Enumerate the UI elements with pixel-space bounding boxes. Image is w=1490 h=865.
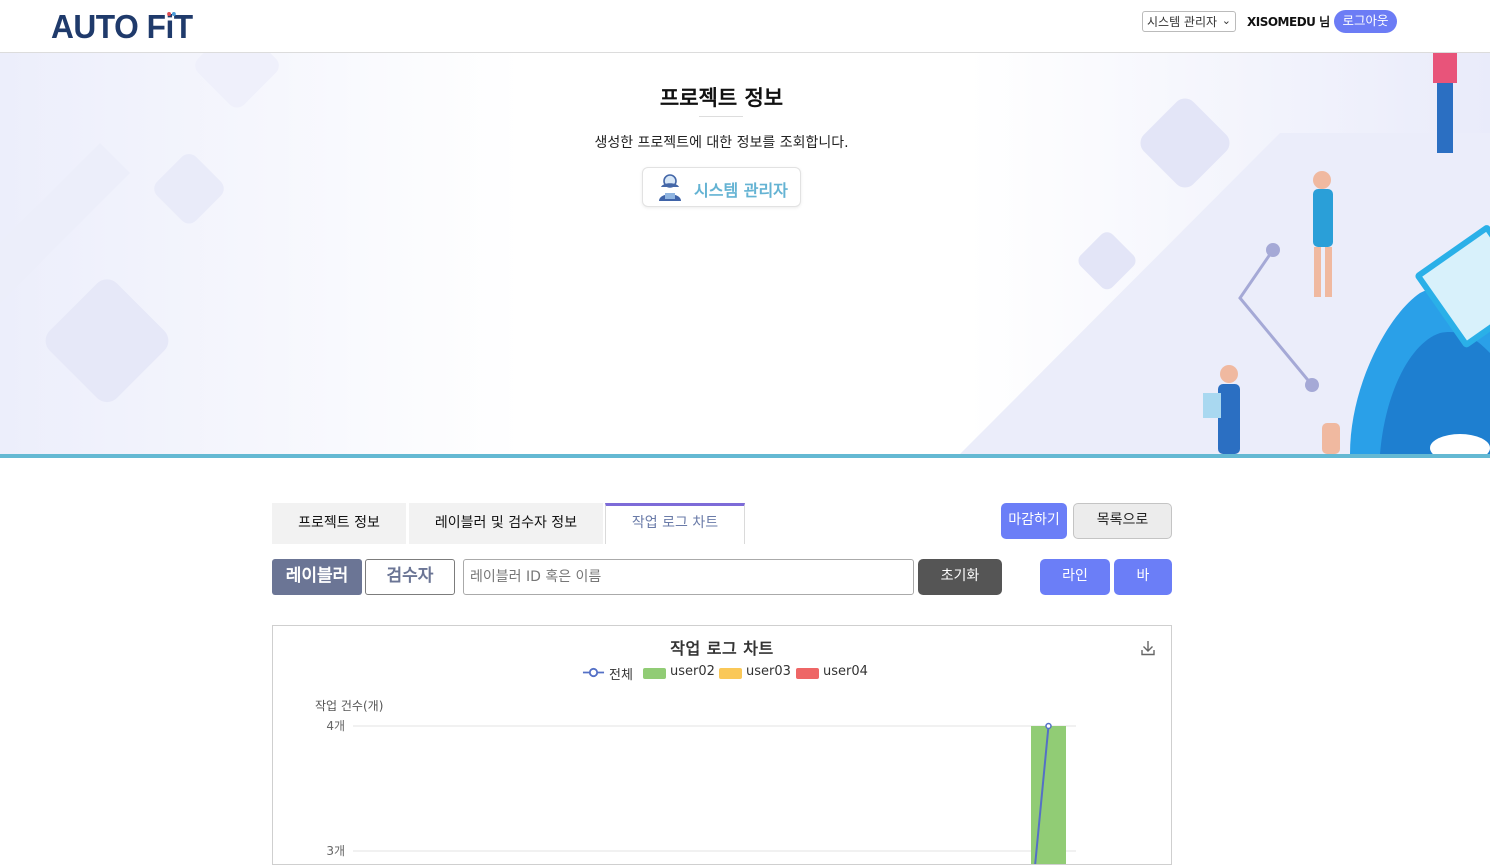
reset-button[interactable]: 초기화 — [918, 559, 1002, 595]
page-banner: 프로젝트 정보 생성한 프로젝트에 대한 정보를 조회합니다. 시스템 관리자 — [0, 53, 1490, 454]
role-badge-label: 시스템 관리자 — [694, 181, 788, 200]
work-log-chart: 작업 로그 차트 전체 user02 user03 user04 작업 건수(개… — [272, 625, 1172, 865]
labeler-toggle-button[interactable]: 레이블러 — [272, 559, 362, 595]
logout-button[interactable]: 로그아웃 — [1334, 10, 1397, 33]
admin-user-icon — [659, 174, 681, 201]
close-project-button[interactable]: 마감하기 — [1001, 503, 1067, 539]
back-to-list-button[interactable]: 목록으로 — [1073, 503, 1172, 539]
point-total[interactable] — [1045, 722, 1052, 730]
tab-work-log-chart[interactable]: 작업 로그 차트 — [605, 503, 745, 544]
page-title: 프로젝트 정보 — [659, 86, 784, 110]
chart-plot-area: 4개 3개 — [326, 719, 1076, 864]
user-name: XISOMEDU 님 — [1247, 15, 1330, 29]
y-tick-label: 3개 — [326, 844, 345, 858]
top-header: AUTO Fi T 시스템 관리자 ⌄ XISOMEDU 님 로그아웃 — [0, 0, 1490, 53]
role-select[interactable]: 시스템 관리자 ⌄ — [1142, 11, 1236, 32]
labeler-search-input[interactable] — [463, 559, 914, 595]
autofit-logo[interactable]: AUTO Fi T — [51, 8, 193, 46]
title-divider — [699, 116, 743, 117]
banner-divider — [0, 454, 1490, 458]
y-tick-label: 4개 — [326, 719, 345, 733]
banner-decoration — [0, 53, 1490, 454]
bar-chart-button[interactable]: 바 — [1114, 559, 1172, 595]
tab-labeler-reviewer-info[interactable]: 레이블러 및 검수자 정보 — [409, 503, 603, 544]
chevron-down-icon: ⌄ — [1221, 14, 1231, 27]
role-badge: 시스템 관리자 — [642, 167, 801, 207]
page-description: 생성한 프로젝트에 대한 정보를 조회합니다. — [594, 135, 849, 151]
line-chart-button[interactable]: 라인 — [1040, 559, 1110, 595]
tab-project-info[interactable]: 프로젝트 정보 — [272, 503, 406, 544]
reviewer-toggle-button[interactable]: 검수자 — [365, 559, 455, 595]
role-select-value: 시스템 관리자 — [1147, 15, 1218, 29]
